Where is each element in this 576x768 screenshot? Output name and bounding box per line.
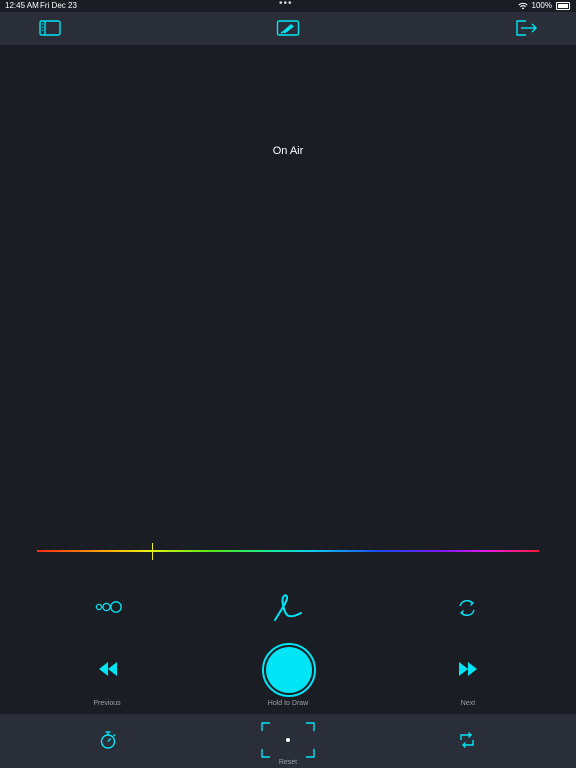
battery-percent: 100%: [531, 1, 552, 10]
marker-tablet-icon[interactable]: [276, 18, 300, 38]
top-toolbar: [0, 12, 576, 45]
refresh-cycle-icon[interactable]: [456, 598, 478, 618]
status-date: Fri Dec 23: [40, 1, 77, 10]
status-right: 100%: [517, 1, 570, 10]
status-bar: 12:45 AM Fri Dec 23 ••• 100%: [0, 0, 576, 12]
sidebar-panel-icon[interactable]: [38, 18, 62, 38]
multitasking-dots-icon[interactable]: •••: [279, 0, 293, 9]
hold-to-draw-label: Hold to Draw: [267, 700, 309, 707]
color-spectrum-slider[interactable]: [37, 550, 539, 552]
next-forward-icon[interactable]: [457, 661, 479, 677]
repeat-icon[interactable]: [458, 731, 476, 749]
previous-rewind-icon[interactable]: [97, 661, 119, 677]
timer-icon[interactable]: [99, 730, 117, 750]
hold-to-draw-button[interactable]: [266, 647, 312, 693]
reset-label: Reset: [278, 759, 298, 766]
color-slider-handle[interactable]: [152, 543, 153, 560]
battery-icon: [556, 1, 570, 10]
exit-arrow-icon[interactable]: [514, 18, 538, 38]
brush-size-icon[interactable]: [95, 600, 123, 614]
stroke-style-icon[interactable]: [272, 593, 304, 623]
bottom-toolbar: Reset: [0, 714, 576, 768]
previous-label: Previous: [93, 700, 121, 707]
reset-focus-icon[interactable]: [261, 722, 315, 758]
status-time: 12:45 AM: [5, 1, 39, 10]
next-label: Next: [460, 700, 476, 707]
on-air-status: On Air: [272, 145, 304, 157]
wifi-icon: [517, 2, 528, 9]
drawing-canvas[interactable]: [0, 45, 576, 535]
